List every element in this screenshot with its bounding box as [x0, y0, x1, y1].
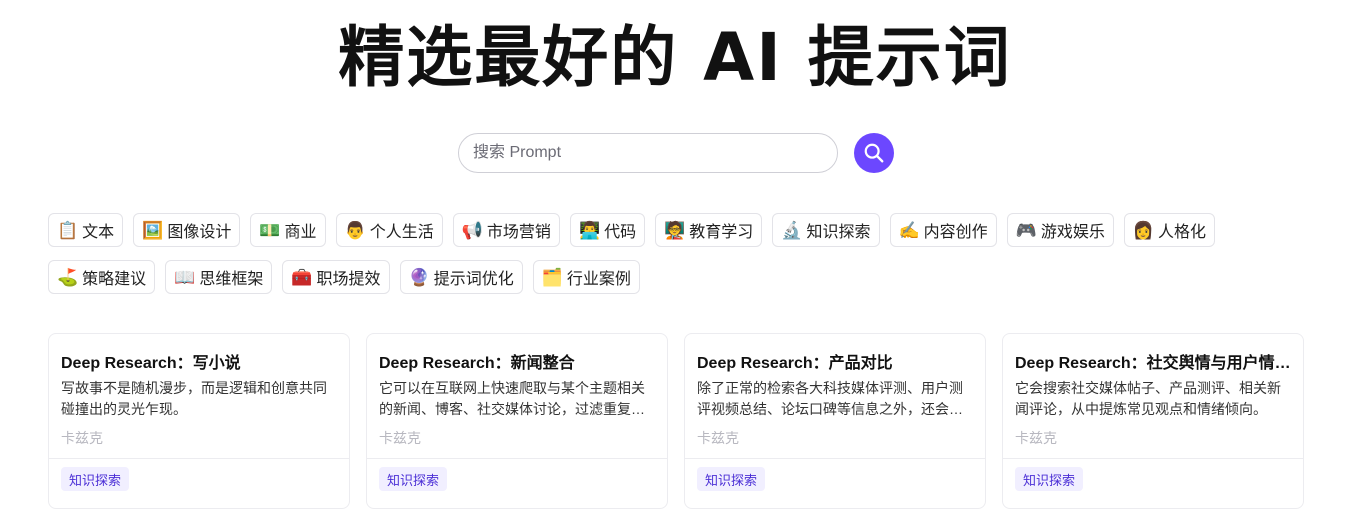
- clipboard-icon: 📋: [57, 220, 79, 240]
- category-tag-marketing[interactable]: 📢 市场营销: [452, 213, 560, 247]
- card-description: 它可以在互联网上快速爬取与某个主题相关的新闻、博客、社交媒体讨论，过滤重复信息。: [379, 380, 645, 417]
- card-divider: [49, 458, 349, 459]
- teacher-icon: 🧑‍🏫: [664, 220, 686, 240]
- prompt-card[interactable]: Deep Research：产品对比 除了正常的检索各大科技媒体评测、用户测评视…: [684, 333, 986, 509]
- category-label: 思维框架: [199, 271, 264, 288]
- category-tag-industry-cases[interactable]: 🗂️ 行业案例: [532, 260, 640, 294]
- category-label: 文本: [82, 224, 115, 241]
- prompt-card[interactable]: Deep Research：社交舆情与用户情绪分析 它会搜索社交媒体帖子、产品测…: [1002, 333, 1304, 509]
- card-category-badge[interactable]: 知识探索: [697, 467, 766, 491]
- category-label: 内容创作: [923, 224, 988, 241]
- category-label: 图像设计: [167, 224, 232, 241]
- category-label: 商业: [284, 224, 317, 241]
- page-title: 精选最好的 AI 提示词: [338, 19, 1012, 96]
- technologist-icon: 👨‍💻: [578, 220, 601, 240]
- category-row-1: 📋 文本 🖼️ 图像设计 💵 商业 👨 个人生活 📢 市场营销 👨‍💻 代码 🧑‍🏫 教育学习…: [48, 213, 1308, 247]
- category-tag-business[interactable]: 💵 商业: [250, 213, 326, 247]
- category-tag-workplace[interactable]: 🧰 职场提效: [282, 260, 390, 294]
- category-label: 个人生活: [369, 224, 434, 241]
- money-icon: 💵: [259, 220, 281, 240]
- card-author: 卡兹克: [697, 430, 739, 446]
- card-category-badge[interactable]: 知识探索: [379, 467, 448, 491]
- card-description: 它会搜索社交媒体帖子、产品测评、相关新闻评论，从中提炼常见观点和情绪倾向。: [1015, 380, 1281, 417]
- card-title: Deep Research：写小说: [61, 355, 241, 372]
- category-tag-image-design[interactable]: 🖼️ 图像设计: [133, 213, 241, 247]
- card-author: 卡兹克: [61, 430, 103, 446]
- golf-flag-icon: ⛳: [57, 267, 79, 287]
- category-tag-persona[interactable]: 👩 人格化: [1123, 213, 1216, 247]
- card-title: Deep Research：产品对比: [697, 355, 893, 372]
- category-tag-education[interactable]: 🧑‍🏫 教育学习: [655, 213, 763, 247]
- category-tag-text[interactable]: 📋 文本: [48, 213, 124, 247]
- card-title: Deep Research：新闻整合: [379, 355, 575, 372]
- category-label: 市场营销: [486, 224, 551, 241]
- category-label: 提示词优化: [433, 271, 514, 288]
- picture-icon: 🖼️: [142, 220, 164, 240]
- card-author: 卡兹克: [1015, 430, 1057, 446]
- card-title: Deep Research：社交舆情与用户情绪分析: [1015, 355, 1293, 372]
- category-label: 策略建议: [82, 271, 147, 288]
- category-label: 教育学习: [689, 224, 754, 241]
- card-category-badge[interactable]: 知识探索: [1015, 467, 1084, 491]
- category-label: 知识探索: [806, 224, 871, 241]
- category-tag-code[interactable]: 👨‍💻 代码: [569, 213, 646, 247]
- prompt-card-list: Deep Research：写小说 写故事不是随机漫步，而是逻辑和创意共同碰撞出…: [48, 333, 1304, 509]
- category-tag-knowledge[interactable]: 🔬 知识探索: [772, 213, 880, 247]
- microscope-icon: 🔬: [781, 220, 803, 240]
- prompt-card[interactable]: Deep Research：写小说 写故事不是随机漫步，而是逻辑和创意共同碰撞出…: [48, 333, 350, 509]
- open-book-icon: 📖: [174, 267, 196, 287]
- folder-icon: 🗂️: [541, 267, 563, 287]
- category-tags: 📋 文本 🖼️ 图像设计 💵 商业 👨 个人生活 📢 市场营销 👨‍💻 代码 🧑‍🏫 教育学习…: [48, 213, 1308, 307]
- prompt-card[interactable]: Deep Research：新闻整合 它可以在互联网上快速爬取与某个主题相关的新…: [366, 333, 668, 509]
- gamepad-icon: 🎮: [1015, 220, 1037, 240]
- category-label: 人格化: [1158, 224, 1207, 241]
- card-description: 除了正常的检索各大科技媒体评测、用户测评视频总结、论坛口碑等信息之外，还会对比。: [697, 380, 963, 417]
- search-input[interactable]: [458, 133, 838, 173]
- category-label: 职场提效: [316, 271, 381, 288]
- card-divider: [1003, 458, 1303, 459]
- card-category-badge[interactable]: 知识探索: [61, 467, 130, 491]
- writing-hand-icon: ✍️: [898, 220, 920, 240]
- card-divider: [685, 458, 985, 459]
- card-divider: [367, 458, 667, 459]
- search-icon: [864, 143, 884, 163]
- category-tag-strategy[interactable]: ⛳ 策略建议: [48, 260, 156, 294]
- search-button[interactable]: [854, 133, 894, 173]
- toolbox-icon: 🧰: [291, 267, 313, 287]
- category-tag-personal-life[interactable]: 👨 个人生活: [335, 213, 443, 247]
- megaphone-icon: 📢: [461, 220, 483, 240]
- category-label: 游戏娱乐: [1040, 224, 1105, 241]
- search-bar: [458, 133, 894, 173]
- category-tag-thinking-framework[interactable]: 📖 思维框架: [165, 260, 273, 294]
- man-icon: 👨: [344, 220, 366, 240]
- category-tag-prompt-optimization[interactable]: 🔮 提示词优化: [399, 260, 523, 294]
- woman-icon: 👩: [1132, 220, 1155, 240]
- category-label: 行业案例: [566, 271, 631, 288]
- crystal-ball-icon: 🔮: [408, 267, 430, 287]
- category-row-2: ⛳ 策略建议 📖 思维框架 🧰 职场提效 🔮 提示词优化 🗂️ 行业案例: [48, 260, 1308, 294]
- category-tag-content-creation[interactable]: ✍️ 内容创作: [889, 213, 997, 247]
- category-label: 代码: [604, 224, 637, 241]
- card-description: 写故事不是随机漫步，而是逻辑和创意共同碰撞出的灵光乍现。: [61, 380, 327, 417]
- card-author: 卡兹克: [379, 430, 421, 446]
- category-tag-gaming[interactable]: 🎮 游戏娱乐: [1006, 213, 1114, 247]
